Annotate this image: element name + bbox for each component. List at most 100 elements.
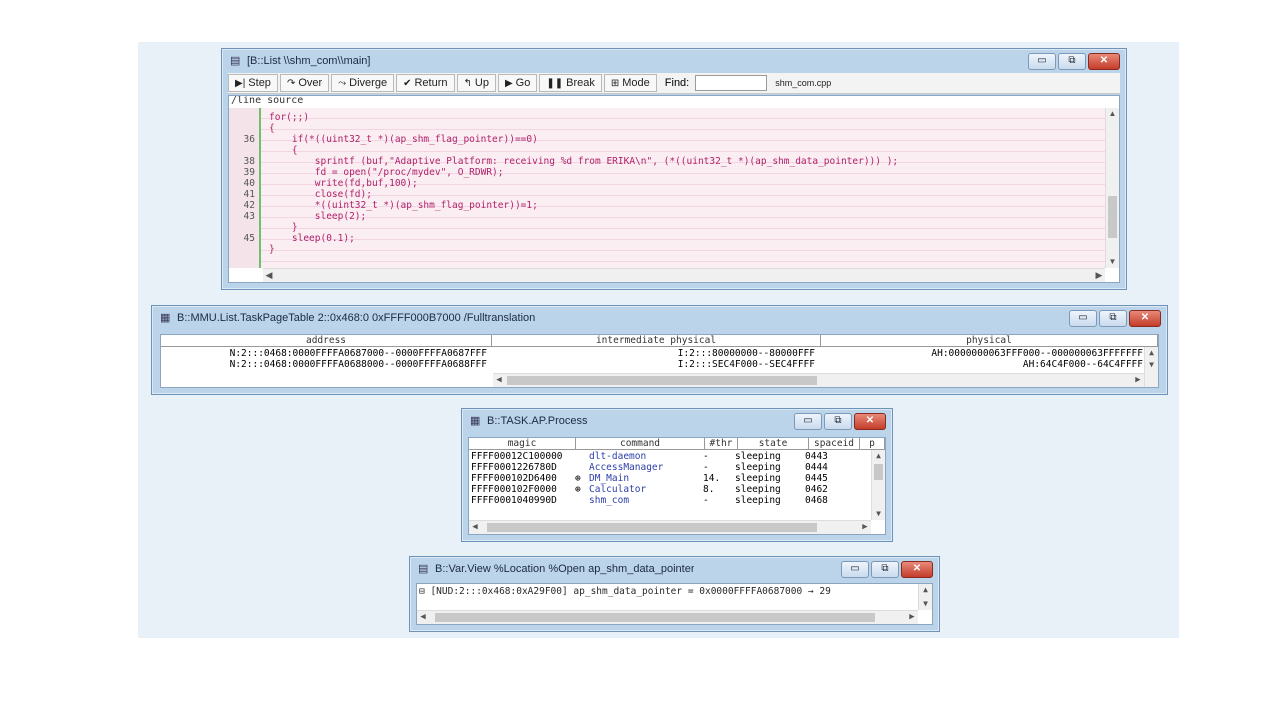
close-button[interactable]: ✕: [854, 413, 886, 430]
source-line[interactable]: 43 sleep(2);: [229, 211, 1105, 222]
expand-icon[interactable]: [575, 451, 589, 462]
table-row[interactable]: FFFF0001226780D AccessManager - sleeping 044…: [469, 462, 885, 473]
column-p[interactable]: p: [860, 438, 885, 449]
scroll-left-icon[interactable]: ◀: [469, 521, 481, 534]
table-row[interactable]: N:2:::0468:0000FFFFA0687000--0000FFFFA06…: [161, 348, 1158, 359]
title-bar[interactable]: ▤ [B::List \\shm_com\\main] ▭ ⧉ ✕: [222, 49, 1126, 73]
maximize-button[interactable]: ⧉: [824, 413, 852, 430]
line-number: 42: [243, 200, 255, 211]
scroll-left-icon[interactable]: ◀: [493, 374, 505, 387]
source-line[interactable]: }: [229, 222, 1105, 233]
scroll-up-icon[interactable]: ▲: [872, 450, 885, 462]
mmu-table[interactable]: address intermediate physical physical N…: [160, 334, 1159, 388]
step-button[interactable]: ▶| Step: [228, 74, 278, 92]
column-address[interactable]: address: [161, 335, 492, 346]
horizontal-scrollbar[interactable]: ◀ ▶: [469, 520, 871, 534]
vertical-scrollbar[interactable]: ▲ ▼: [871, 450, 885, 520]
variable-row[interactable]: ⊟ [NUD:2:::0x468:0xA29F00] ap_shm_data_p…: [417, 586, 932, 597]
code-text: {: [269, 123, 275, 134]
column-threads[interactable]: #thr: [705, 438, 738, 449]
horizontal-scrollbar[interactable]: ◀ ▶: [493, 373, 1144, 387]
minimize-button[interactable]: ▭: [1028, 53, 1056, 70]
return-button[interactable]: ✔ Return: [396, 74, 455, 92]
over-button[interactable]: ↷ Over: [279, 74, 330, 92]
scroll-down-icon[interactable]: ▼: [1145, 359, 1158, 371]
go-button[interactable]: ▶ Go: [497, 74, 538, 92]
minimize-button[interactable]: ▭: [1069, 310, 1097, 327]
close-button[interactable]: ✕: [1088, 53, 1120, 70]
vertical-scrollbar[interactable]: ▲ ▼: [1105, 108, 1119, 268]
over-label: Over: [298, 77, 323, 89]
up-button[interactable]: ↰ Up: [456, 74, 496, 92]
vertical-scrollbar[interactable]: ▲ ▼: [1144, 347, 1158, 387]
column-magic[interactable]: magic: [469, 438, 576, 449]
state-cell: sleeping: [735, 495, 781, 506]
source-listing[interactable]: /line source for(;;){36 if(*((uint32_t *…: [228, 95, 1120, 283]
table-row[interactable]: FFFF000102D6400 ⊕ DM_Main 14. sleeping 0445: [469, 473, 885, 484]
title-bar[interactable]: ▦ B::TASK.AP.Process ▭ ⧉ ✕: [462, 409, 892, 433]
expand-icon[interactable]: [575, 495, 589, 506]
source-line[interactable]: 45 sleep(0.1);: [229, 233, 1105, 244]
mode-button[interactable]: ⊞ Mode: [603, 74, 657, 92]
process-table[interactable]: magic command #thr state spaceid p FFFF0…: [468, 437, 886, 535]
table-row[interactable]: FFFF000102F0000 ⊕ Calculator 8. sleeping 0462: [469, 484, 885, 495]
scroll-left-icon[interactable]: ◀: [263, 269, 275, 282]
scroll-thumb[interactable]: [435, 613, 875, 622]
code-text: }: [269, 244, 275, 255]
source-line[interactable]: for(;;): [229, 112, 1105, 123]
source-line[interactable]: 42 *((uint32_t *)(ap_shm_flag_pointer))=…: [229, 200, 1105, 211]
source-line[interactable]: 40 write(fd,buf,100);: [229, 178, 1105, 189]
column-intermediate-physical[interactable]: intermediate physical: [492, 335, 821, 346]
scroll-down-icon[interactable]: ▼: [1106, 256, 1119, 268]
expand-icon[interactable]: [575, 462, 589, 473]
close-button[interactable]: ✕: [901, 561, 933, 578]
column-spaceid[interactable]: spaceid: [809, 438, 860, 449]
scroll-down-icon[interactable]: ▼: [872, 508, 885, 520]
scroll-thumb[interactable]: [1108, 196, 1117, 238]
table-row[interactable]: FFFF0001040990D shm_com - sleeping 0468: [469, 495, 885, 506]
variable-view[interactable]: ⊟ [NUD:2:::0x468:0xA29F00] ap_shm_data_p…: [416, 583, 933, 625]
source-line[interactable]: {: [229, 123, 1105, 134]
scroll-down-icon[interactable]: ▼: [919, 598, 932, 610]
scroll-thumb[interactable]: [874, 464, 883, 480]
table-row[interactable]: FFFF00012C100000 dlt-daemon - sleeping 0443: [469, 451, 885, 462]
scroll-right-icon[interactable]: ▶: [1132, 374, 1144, 387]
scroll-up-icon[interactable]: ▲: [919, 584, 932, 596]
horizontal-scrollbar[interactable]: ◀ ▶: [263, 268, 1105, 282]
table-row[interactable]: N:2:::0468:0000FFFFA0688000--0000FFFFA06…: [161, 359, 1158, 370]
close-button[interactable]: ✕: [1129, 310, 1161, 327]
column-state[interactable]: state: [738, 438, 809, 449]
scroll-right-icon[interactable]: ▶: [1093, 269, 1105, 282]
minimize-button[interactable]: ▭: [794, 413, 822, 430]
source-line[interactable]: 39 fd = open("/proc/mydev", O_RDWR);: [229, 167, 1105, 178]
maximize-button[interactable]: ⧉: [1058, 53, 1086, 70]
find-input[interactable]: [695, 75, 768, 91]
source-line[interactable]: 41 close(fd);: [229, 189, 1105, 200]
maximize-button[interactable]: ⧉: [1099, 310, 1127, 327]
title-bar[interactable]: ▦ B::MMU.List.TaskPageTable 2::0x468:0 0…: [152, 306, 1167, 330]
source-line[interactable]: {: [229, 145, 1105, 156]
scroll-left-icon[interactable]: ◀: [417, 611, 429, 624]
minimize-button[interactable]: ▭: [841, 561, 869, 578]
break-button[interactable]: ❚❚ Break: [539, 74, 602, 92]
column-physical[interactable]: physical: [821, 335, 1158, 346]
source-line[interactable]: }: [229, 244, 1105, 255]
title-bar[interactable]: ▤ B::Var.View %Location %Open ap_shm_dat…: [410, 557, 939, 581]
horizontal-scrollbar[interactable]: ◀ ▶: [417, 610, 918, 624]
vertical-scrollbar[interactable]: ▲ ▼: [918, 584, 932, 610]
source-line[interactable]: 36 if(*((uint32_t *)(ap_shm_flag_pointer…: [229, 134, 1105, 145]
source-line[interactable]: 38 sprintf (buf,"Adaptive Platform: rece…: [229, 156, 1105, 167]
scroll-right-icon[interactable]: ▶: [906, 611, 918, 624]
maximize-button[interactable]: ⧉: [871, 561, 899, 578]
up-label: Up: [474, 77, 489, 89]
scroll-up-icon[interactable]: ▲: [1106, 108, 1119, 120]
scroll-right-icon[interactable]: ▶: [859, 521, 871, 534]
diverge-button[interactable]: ⤳ Diverge: [331, 74, 395, 92]
scroll-thumb[interactable]: [487, 523, 817, 532]
scroll-thumb[interactable]: [507, 376, 817, 385]
line-number: 43: [243, 211, 255, 222]
expand-icon[interactable]: ⊕: [575, 484, 589, 495]
expand-icon[interactable]: ⊕: [575, 473, 589, 484]
scroll-up-icon[interactable]: ▲: [1145, 347, 1158, 359]
column-command[interactable]: command: [576, 438, 705, 449]
